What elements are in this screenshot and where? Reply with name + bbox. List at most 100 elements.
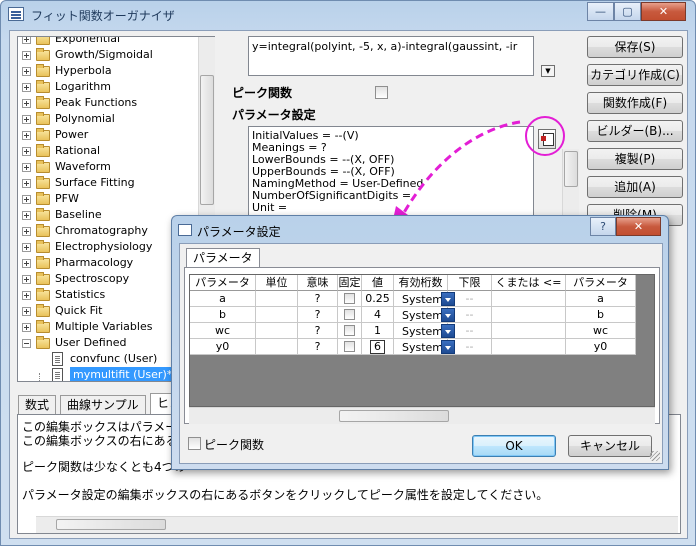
add-button[interactable]: 追加(A) — [587, 176, 683, 198]
grid-cell-meaning[interactable]: ? — [298, 291, 338, 307]
tab-parameters[interactable]: パラメータ — [186, 248, 260, 268]
expand-icon[interactable] — [22, 51, 31, 60]
minimize-button[interactable]: — — [587, 2, 614, 21]
expand-icon[interactable] — [22, 259, 31, 268]
expand-icon[interactable] — [22, 131, 31, 140]
parameter-grid[interactable]: パラメータ 単位 意味 固定値有効桁数 下限 くまたは <= パラメータ a? 0.25 Syst… — [189, 274, 655, 407]
grid-row[interactable]: wc? 1 System -- wc — [190, 323, 636, 339]
fixed-checkbox[interactable] — [344, 293, 355, 304]
maximize-button[interactable]: ▢ — [614, 2, 641, 21]
grid-scroll-thumb[interactable] — [339, 410, 449, 422]
fixed-checkbox[interactable] — [344, 341, 355, 352]
expand-icon[interactable] — [22, 163, 31, 172]
expand-icon[interactable] — [22, 147, 31, 156]
grid-cell-fixed[interactable] — [338, 323, 362, 339]
close-button[interactable]: ✕ — [641, 2, 686, 21]
grid-cell-digits[interactable]: System — [394, 307, 455, 323]
grid-cell-fixed[interactable] — [338, 307, 362, 323]
expand-icon[interactable] — [22, 115, 31, 124]
digits-select[interactable]: System — [398, 308, 455, 322]
expand-icon[interactable] — [22, 179, 31, 188]
create-function-button[interactable]: 関数作成(F) — [587, 92, 683, 114]
tree-item[interactable]: Logarithm — [18, 79, 206, 95]
collapse-icon[interactable] — [22, 339, 31, 348]
tree-item[interactable]: Hyperbola — [18, 63, 206, 79]
grid-cell-meaning[interactable]: ? — [298, 339, 338, 355]
grid-row[interactable]: b? 4 System -- b — [190, 307, 636, 323]
grid-cell-fixed[interactable] — [338, 291, 362, 307]
grid-hscrollbar[interactable] — [189, 407, 655, 424]
grid-cell-unit[interactable] — [256, 339, 298, 355]
title-bar[interactable]: フィット関数オーガナイザ — ▢ ✕ — [1, 1, 695, 29]
digits-select[interactable]: System — [398, 324, 455, 338]
dialog-peak-checkbox[interactable] — [188, 437, 201, 450]
grid-cell-value[interactable]: 0.25 — [362, 291, 394, 307]
grid-row[interactable]: y0? 6 System -- y0 — [190, 339, 636, 355]
create-category-button[interactable]: カテゴリ作成(C) — [587, 64, 683, 86]
grid-cell-unit[interactable] — [256, 291, 298, 307]
help-button[interactable]: ? — [590, 217, 616, 236]
grid-cell-param2[interactable]: wc — [566, 323, 636, 339]
tree-item[interactable]: Polynomial — [18, 111, 206, 127]
tab-formula[interactable]: 数式 — [18, 395, 57, 415]
grid-cell-value[interactable]: 4 — [362, 307, 394, 323]
grid-cell-meaning[interactable]: ? — [298, 307, 338, 323]
cancel-button[interactable]: キャンセル — [568, 435, 652, 457]
grid-cell-unit[interactable] — [256, 323, 298, 339]
dialog-close-button[interactable]: ✕ — [616, 217, 661, 236]
digits-select[interactable]: System — [398, 292, 455, 306]
formula-editbox[interactable]: y=integral(polyint, -5, x, a)-integral(g… — [248, 36, 534, 76]
expand-icon[interactable] — [22, 37, 31, 44]
peak-function-checkbox[interactable] — [375, 86, 388, 99]
value-editor[interactable]: 6 — [370, 340, 385, 354]
save-button[interactable]: 保存(S) — [587, 36, 683, 58]
grid-cell-digits[interactable]: System — [394, 291, 455, 307]
grid-cell-le[interactable] — [492, 339, 566, 355]
grid-cell-fixed[interactable] — [338, 339, 362, 355]
tree-item[interactable]: Growth/Sigmoidal — [18, 47, 206, 63]
grid-cell-digits[interactable]: System — [394, 339, 455, 355]
formula-dropdown-button[interactable]: ▼ — [541, 65, 555, 77]
grid-cell-value[interactable]: 1 — [362, 323, 394, 339]
tree-item[interactable]: PFW — [18, 191, 206, 207]
resize-grip[interactable] — [650, 451, 660, 461]
tree-item[interactable]: Waveform — [18, 159, 206, 175]
expand-icon[interactable] — [22, 83, 31, 92]
fixed-checkbox[interactable] — [344, 309, 355, 320]
grid-cell-param[interactable]: y0 — [190, 339, 256, 355]
expand-icon[interactable] — [22, 195, 31, 204]
expand-icon[interactable] — [22, 67, 31, 76]
fixed-checkbox[interactable] — [344, 325, 355, 336]
grid-cell-param2[interactable]: a — [566, 291, 636, 307]
ok-button[interactable]: OK — [472, 435, 556, 457]
grid-cell-lower[interactable]: -- — [448, 291, 492, 307]
grid-cell-param[interactable]: b — [190, 307, 256, 323]
grid-cell-lower[interactable]: -- — [448, 307, 492, 323]
grid-cell-lower[interactable]: -- — [448, 323, 492, 339]
expand-icon[interactable] — [22, 211, 31, 220]
grid-cell-le[interactable] — [492, 323, 566, 339]
tree-item[interactable]: Power — [18, 127, 206, 143]
expand-icon[interactable] — [22, 227, 31, 236]
grid-cell-param[interactable]: a — [190, 291, 256, 307]
grid-row[interactable]: a? 0.25 System -- a — [190, 291, 636, 307]
grid-cell-param[interactable]: wc — [190, 323, 256, 339]
digits-select[interactable]: System — [398, 340, 455, 354]
grid-cell-lower[interactable]: -- — [448, 339, 492, 355]
expand-icon[interactable] — [22, 99, 31, 108]
grid-cell-unit[interactable] — [256, 307, 298, 323]
grid-cell-le[interactable] — [492, 291, 566, 307]
expand-icon[interactable] — [22, 243, 31, 252]
duplicate-button[interactable]: 複製(P) — [587, 148, 683, 170]
hint-hscrollbar[interactable] — [36, 516, 678, 533]
tree-scroll-thumb[interactable] — [200, 75, 214, 205]
tree-item[interactable]: Rational — [18, 143, 206, 159]
tree-item[interactable]: Peak Functions — [18, 95, 206, 111]
expand-icon[interactable] — [22, 275, 31, 284]
hint-scroll-thumb[interactable] — [56, 519, 166, 530]
grid-cell-meaning[interactable]: ? — [298, 323, 338, 339]
grid-cell-param2[interactable]: y0 — [566, 339, 636, 355]
grid-cell-le[interactable] — [492, 307, 566, 323]
grid-cell-param2[interactable]: b — [566, 307, 636, 323]
grid-cell-value[interactable]: 6 — [362, 339, 394, 355]
